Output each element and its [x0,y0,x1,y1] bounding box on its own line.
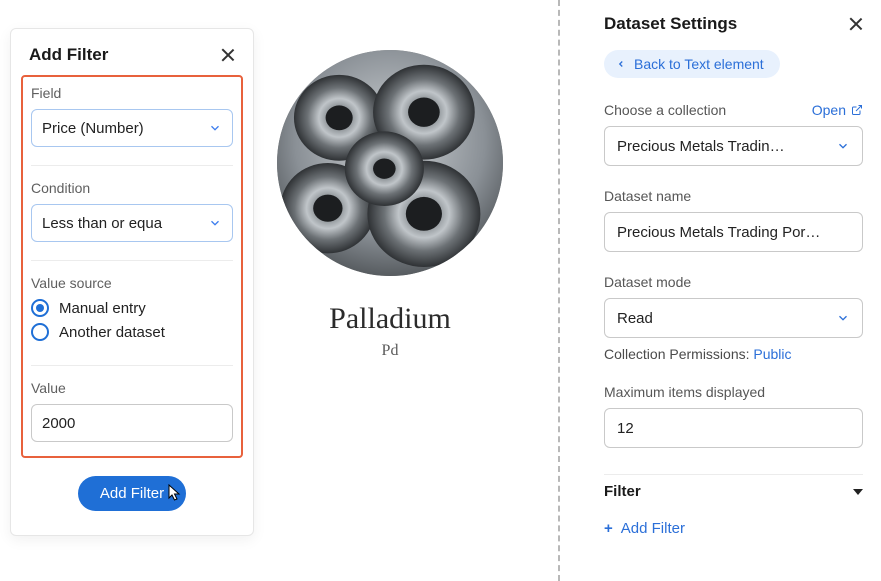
condition-select-value: Less than or equa [42,215,162,232]
open-collection-link[interactable]: Open [812,102,863,118]
chevron-down-icon [208,216,222,230]
radio-icon [31,323,49,341]
add-filter-link[interactable]: + Add Filter [604,514,685,537]
collection-value: Precious Metals Tradin… [617,138,836,155]
radio-another-label: Another dataset [59,324,165,341]
close-icon[interactable] [221,48,235,62]
filter-header-label: Filter [604,483,641,500]
chevron-down-icon [836,139,850,153]
cursor-icon [167,484,183,505]
collection-label: Choose a collection [604,102,726,118]
max-items-value: 12 [617,420,634,437]
filter-config-highlight: Field Price (Number) Condition Less than… [21,75,243,458]
field-label: Field [31,85,233,101]
collection-select[interactable]: Precious Metals Tradin… [604,126,863,166]
chevron-down-icon [208,121,222,135]
item-title: Palladium [270,302,510,336]
dataset-mode-label: Dataset mode [604,274,863,290]
permissions-prefix: Collection Permissions: [604,346,753,362]
settings-title: Dataset Settings [604,14,737,34]
value-input[interactable]: 2000 [31,404,233,442]
back-button[interactable]: Back to Text element [604,50,780,78]
dataset-mode-value: Read [617,310,836,327]
item-image [277,50,503,276]
radio-manual-label: Manual entry [59,300,146,317]
external-link-icon [851,104,863,116]
back-label: Back to Text element [634,56,764,72]
dataset-name-value: Precious Metals Trading Por… [617,224,820,241]
permissions-line: Collection Permissions: Public [604,346,863,362]
condition-label: Condition [31,180,233,196]
plus-icon: + [604,520,613,537]
add-filter-link-label: Add Filter [621,520,685,537]
value-label: Value [31,380,233,396]
open-link-text: Open [812,102,846,118]
dataset-settings-panel: Dataset Settings Back to Text element Ch… [580,0,881,581]
item-subtitle: Pd [270,342,510,360]
field-select-value: Price (Number) [42,120,144,137]
dataset-name-input[interactable]: Precious Metals Trading Por… [604,212,863,252]
close-icon[interactable] [849,17,863,31]
filter-accordion-header[interactable]: Filter [604,474,863,514]
max-items-label: Maximum items displayed [604,384,863,400]
add-filter-title: Add Filter [29,45,108,65]
value-source-label: Value source [31,275,233,291]
content-preview: Palladium Pd [270,50,510,360]
caret-down-icon [853,489,863,495]
radio-icon [31,299,49,317]
add-filter-panel: Add Filter Field Price (Number) Conditio… [10,28,254,536]
value-input-text: 2000 [42,415,75,432]
chevron-left-icon [616,58,626,70]
max-items-input[interactable]: 12 [604,408,863,448]
field-select[interactable]: Price (Number) [31,109,233,147]
permissions-link[interactable]: Public [753,346,791,362]
chevron-down-icon [836,311,850,325]
condition-select[interactable]: Less than or equa [31,204,233,242]
radio-manual-entry[interactable]: Manual entry [31,299,233,317]
panel-divider [558,0,560,581]
dataset-name-label: Dataset name [604,188,863,204]
radio-another-dataset[interactable]: Another dataset [31,323,233,341]
dataset-mode-select[interactable]: Read [604,298,863,338]
